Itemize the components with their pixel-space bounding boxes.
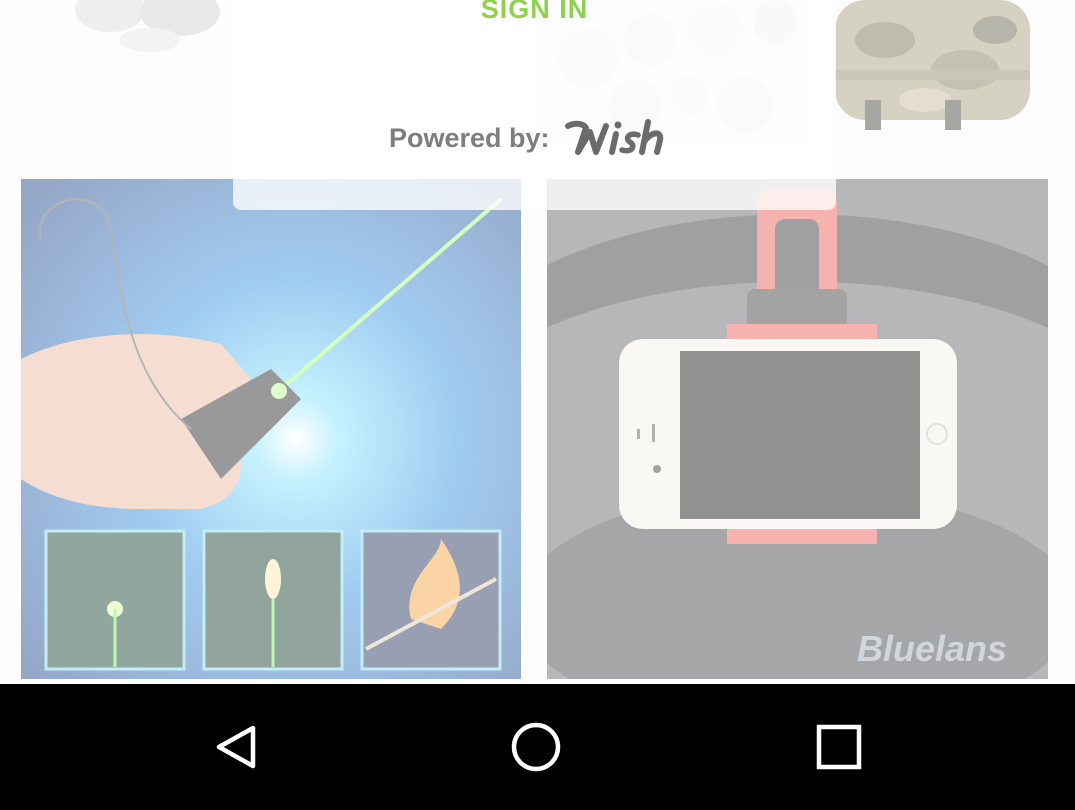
wish-logo-icon — [564, 119, 663, 155]
product-tile-earbuds[interactable] — [40, 0, 240, 70]
product-tile-green-laser-pointer[interactable] — [21, 179, 521, 679]
sign-in-card: SIGN IN Powered by: — [233, 0, 836, 210]
product-tile-steering-wheel-phone-holder[interactable]: Bluelans — [547, 179, 1048, 679]
circle-home-icon — [511, 722, 561, 772]
powered-by-label: Powered by: — [389, 122, 550, 153]
triangle-back-icon — [216, 725, 256, 769]
back-button[interactable] — [165, 684, 305, 810]
square-recent-icon — [816, 724, 862, 770]
sign-in-button[interactable]: SIGN IN — [233, 0, 836, 25]
system-navigation-bar — [0, 684, 1075, 810]
watermark-text: Bluelans — [857, 628, 1007, 669]
product-tile-camo-backpack[interactable] — [815, 0, 1047, 140]
screen-content: Bluelans SIGN IN Powered by: — [0, 0, 1075, 684]
recent-apps-button[interactable] — [769, 684, 909, 810]
home-button[interactable] — [466, 684, 606, 810]
powered-by: Powered by: — [389, 118, 668, 158]
